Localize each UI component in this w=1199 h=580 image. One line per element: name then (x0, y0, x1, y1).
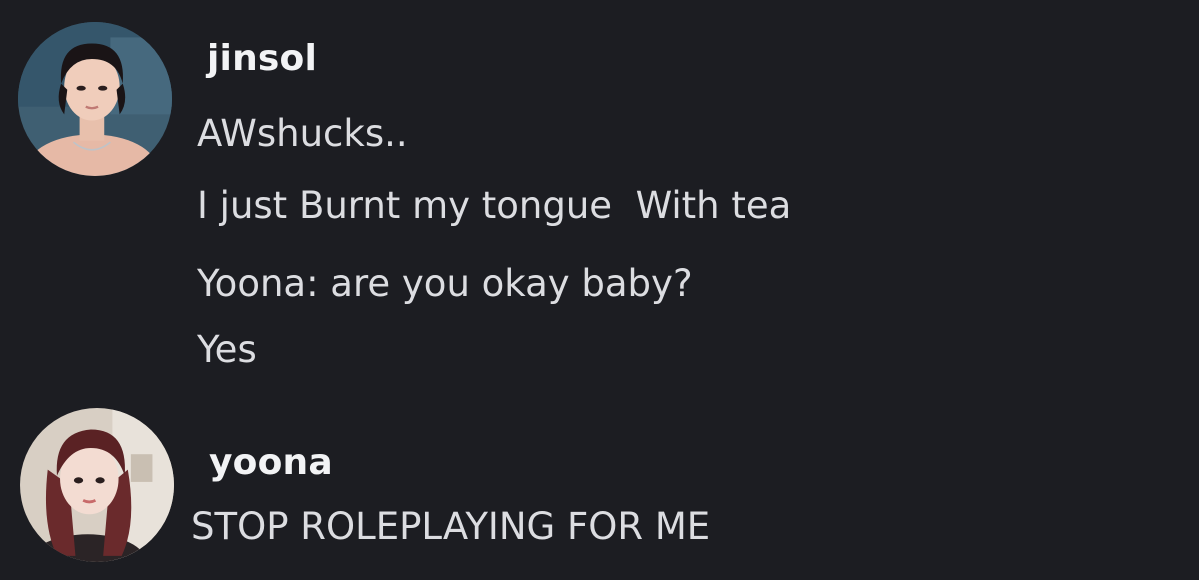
avatar-image-jinsol (18, 22, 172, 176)
message-group-yoona: yoona STOP ROLEPLAYING FOR ME (0, 400, 1199, 580)
message-line: Yes (197, 328, 257, 371)
message-line: I just Burnt my tongue With tea (197, 184, 792, 227)
avatar[interactable] (20, 408, 174, 562)
username[interactable]: jinsol (207, 38, 317, 79)
message-group-jinsol: jinsol AWshucks.. I just Burnt my tongue… (0, 0, 1199, 400)
username[interactable]: yoona (209, 442, 333, 483)
message-line: Yoona: are you okay baby? (197, 262, 693, 305)
avatar[interactable] (18, 22, 172, 176)
avatar-image-yoona (20, 408, 174, 562)
message-line: AWshucks.. (197, 112, 408, 155)
message-line: STOP ROLEPLAYING FOR ME (191, 505, 711, 548)
